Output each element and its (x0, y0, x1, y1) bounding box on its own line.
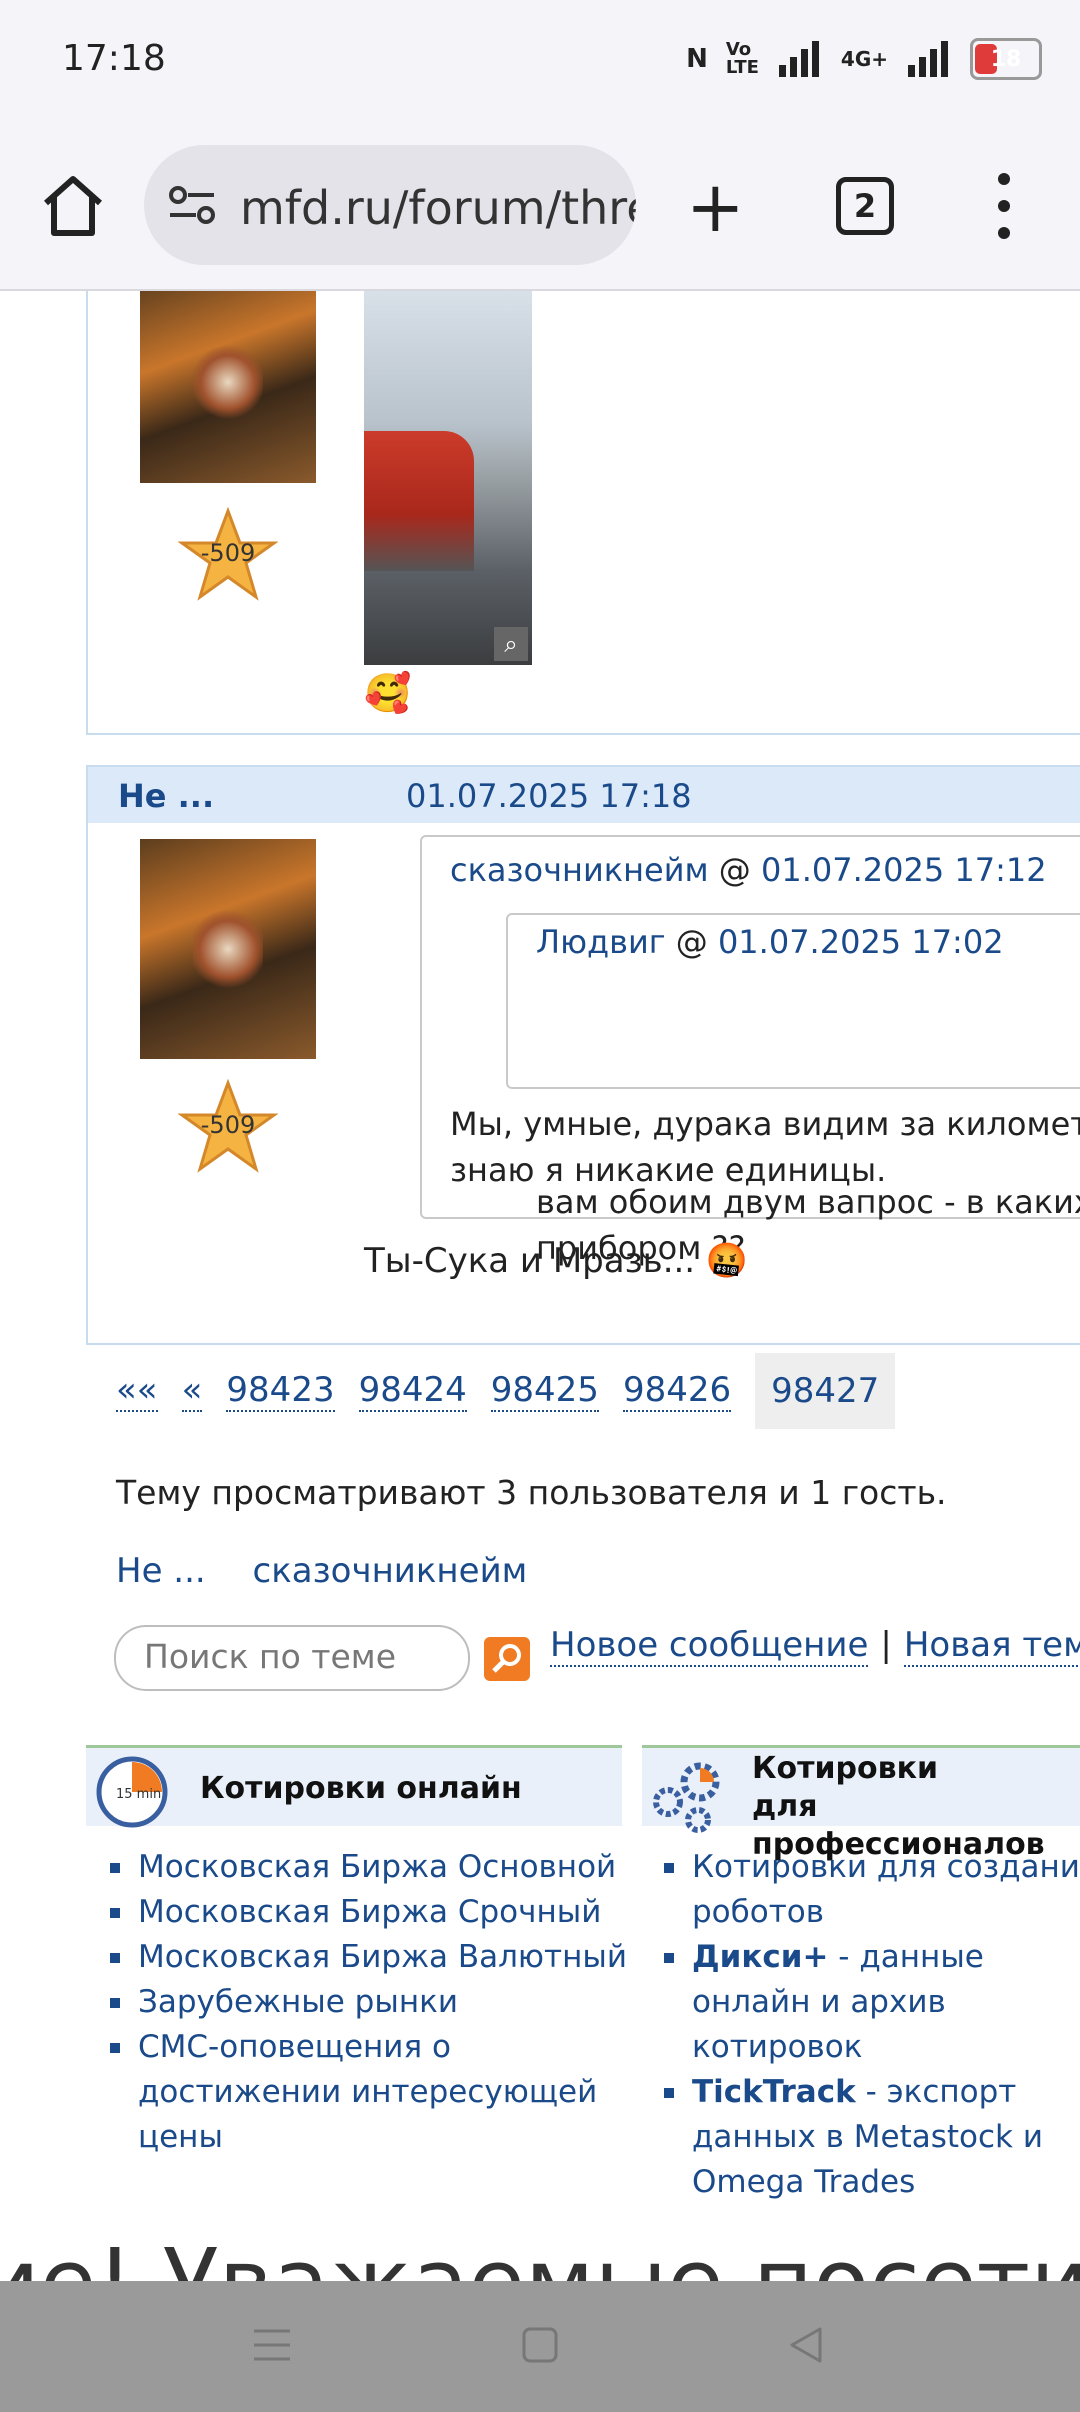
address-bar[interactable]: mfd.ru/forum/thre (144, 145, 636, 265)
user-avatar[interactable] (140, 839, 316, 1059)
list-item[interactable]: Котировки для создания роботов (664, 1845, 1080, 1935)
quote-block: сказочникнейм @ 01.07.2025 17:12 Людвиг … (420, 835, 1080, 1267)
quotes-pro-list: Котировки для создания роботов Дикси+ - … (664, 1845, 1080, 2205)
quote-date[interactable]: 01.07.2025 17:02 (718, 923, 1004, 961)
post-message: Ты-Сука и Мразь... 🤬 (364, 1241, 749, 1281)
zoom-icon[interactable]: ⌕ (494, 627, 528, 661)
page-link[interactable]: 98424 (358, 1370, 467, 1412)
browser-menu-button[interactable] (994, 173, 1014, 239)
svg-text:15 min: 15 min (116, 1787, 161, 1802)
page-link[interactable]: 98426 (622, 1370, 732, 1412)
post-date[interactable]: 01.07.2025 17:18 (406, 777, 692, 815)
quotes-online-title: Котировки онлайн (200, 1771, 522, 1806)
status-bar: 17:18 N Vo LTE 4G+ 18 (0, 0, 1080, 125)
search-button[interactable] (484, 1637, 530, 1681)
status-time: 17:18 (62, 38, 166, 79)
gears-icon (653, 1762, 720, 1833)
rating-star-icon: -509 (177, 506, 279, 603)
list-item[interactable]: СМС-оповещения о достижении интересующей… (110, 2025, 630, 2160)
site-settings-icon[interactable] (168, 183, 216, 227)
quote-text: Мы, умные, дурака видим за километр, а з… (450, 1105, 1080, 1189)
forum-post: -509 ⌕ 🥰 (86, 291, 1080, 735)
system-nav-bar (0, 2281, 1080, 2412)
list-item[interactable]: Зарубежные рынки (110, 1980, 630, 2025)
post-author[interactable]: Не ... (118, 777, 214, 815)
user-avatar[interactable] (140, 291, 316, 483)
forum-post: Не ... 01.07.2025 17:18 -509 сказочникне… (86, 765, 1080, 1345)
quote-author[interactable]: сказочникнейм (450, 851, 709, 889)
list-item[interactable]: Московская Биржа Основной (110, 1845, 630, 1890)
url-text[interactable]: mfd.ru/forum/thre (240, 181, 636, 235)
rating-star-icon: -509 (177, 1078, 279, 1175)
post-image[interactable]: ⌕ (364, 291, 532, 665)
user-rating: -509 (200, 539, 256, 567)
page-link[interactable]: 98423 (226, 1370, 335, 1412)
quotes-online-list: Московская Биржа Основной Московская Бир… (110, 1845, 630, 2160)
signal-icon (778, 41, 819, 77)
home-nav-icon[interactable] (520, 2325, 560, 2365)
page-link[interactable]: 98425 (490, 1370, 599, 1412)
battery-level: 18 (990, 46, 1022, 72)
search-placeholder: Поиск по теме (144, 1637, 396, 1676)
list-item[interactable]: Дикси+ - данные онлайн и архив котировок (664, 1935, 1080, 2070)
viewers-text: Тему просматривают 3 пользователя и 1 го… (116, 1473, 947, 1512)
quote-header: сказочникнейм @ 01.07.2025 17:12 (450, 851, 1047, 889)
recents-icon[interactable] (252, 2325, 292, 2365)
topic-search-input[interactable]: Поиск по теме (114, 1625, 470, 1691)
viewers-list: Не ... сказочникнейм (116, 1551, 563, 1591)
quote-header: Людвиг @ 01.07.2025 17:02 (536, 923, 1004, 961)
new-message-link[interactable]: Новое сообщение (550, 1625, 869, 1667)
new-topic-link[interactable]: Новая тема (903, 1625, 1080, 1667)
page-current: 98427 (755, 1353, 896, 1429)
signal2-icon (908, 41, 948, 77)
page-prev[interactable]: « (181, 1370, 203, 1412)
nested-quote-block: Людвиг @ 01.07.2025 17:02 вам обоим двум… (506, 913, 1080, 1267)
quotes-pro-header: Котировки для профессионалов (642, 1745, 1080, 1862)
post-actions: Новое сообщение|Новая тема (550, 1625, 1080, 1667)
nfc-icon: N (686, 44, 708, 74)
list-item[interactable]: TickTrack - экспорт данных в Metastock и… (664, 2070, 1080, 2205)
pagination: «« « 98423 98424 98425 98426 98427 (116, 1353, 919, 1429)
back-icon[interactable] (786, 2325, 826, 2365)
quotes-online-header: 15 min Котировки онлайн (86, 1745, 622, 1828)
post-emoji: 🥰 (364, 671, 412, 715)
footer-banner-text: ие! Уважаемые посетител (0, 2229, 1080, 2281)
search-icon (492, 1644, 521, 1673)
quote-date[interactable]: 01.07.2025 17:12 (761, 851, 1047, 889)
list-item[interactable]: Московская Биржа Валютный (110, 1935, 630, 1980)
quote-author[interactable]: Людвиг (536, 923, 666, 961)
viewer-link[interactable]: Не ... (116, 1551, 206, 1591)
network-type: 4G+ (840, 47, 888, 71)
battery-icon: 18 (970, 38, 1042, 80)
page-first[interactable]: «« (116, 1370, 158, 1412)
clock-icon: 15 min (96, 1756, 168, 1828)
list-item[interactable]: Московская Биржа Срочный (110, 1890, 630, 1935)
new-tab-button[interactable]: + (686, 172, 745, 242)
post-header: Не ... 01.07.2025 17:18 (88, 767, 1080, 823)
volte-icon: Vo LTE (725, 39, 759, 78)
browser-toolbar: mfd.ru/forum/thre + 2 (0, 125, 1080, 291)
tab-switcher-button[interactable]: 2 (836, 177, 894, 235)
viewer-link[interactable]: сказочникнейм (253, 1551, 528, 1591)
home-icon[interactable] (40, 173, 106, 239)
status-icons: N Vo LTE 4G+ 18 (686, 38, 1042, 80)
page-content: -509 ⌕ 🥰 Не ... 01.07.2025 17:18 -509 ск… (0, 291, 1080, 2281)
user-rating: -509 (200, 1111, 256, 1139)
